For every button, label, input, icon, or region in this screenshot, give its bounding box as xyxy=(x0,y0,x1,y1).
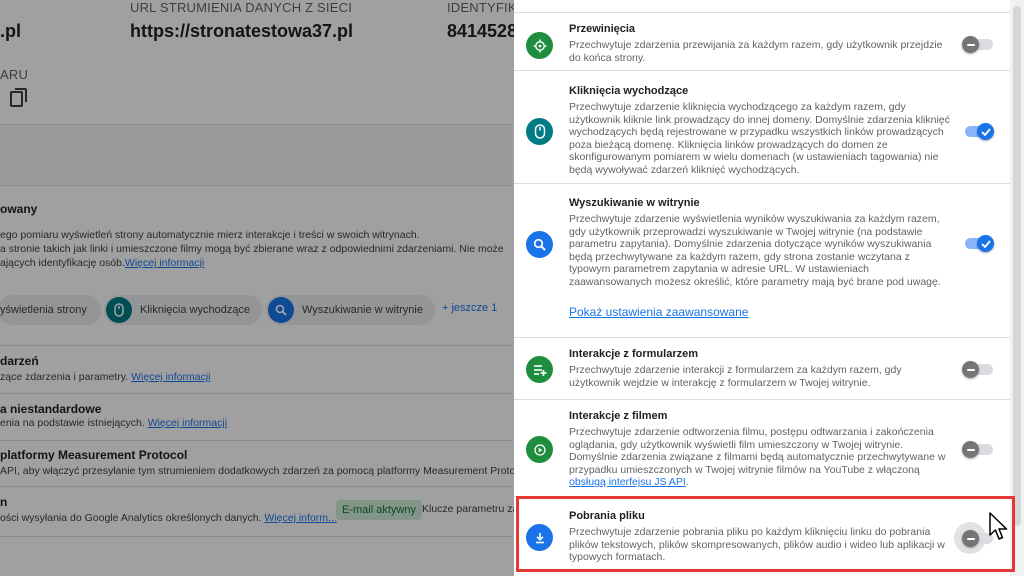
setting-title: Interakcje z formularzem xyxy=(569,348,698,360)
play-icon xyxy=(526,436,553,463)
toggle-form-interactions[interactable] xyxy=(962,361,994,378)
enhanced-measurement-drawer: Przewinięcia Przechwytuje zdarzenia prze… xyxy=(514,0,1010,576)
drawer-scrollbar[interactable] xyxy=(1010,0,1024,576)
setting-title: Przewinięcia xyxy=(569,23,636,35)
mouse-icon xyxy=(526,118,553,145)
toggle-video-engagement[interactable] xyxy=(962,441,994,458)
search-icon xyxy=(526,231,553,258)
highlight-box xyxy=(516,496,1015,572)
toggle-outbound-clicks[interactable] xyxy=(962,123,994,140)
setting-description: Przechwytuje zdarzenie kliknięcia wychod… xyxy=(569,101,950,176)
setting-description: Przechwytuje zdarzenie odtworzenia filmu… xyxy=(569,426,946,489)
mouse-cursor-icon xyxy=(988,512,1010,547)
form-icon xyxy=(526,356,553,383)
setting-description: Przechwytuje zdarzenie interakcji z form… xyxy=(569,364,902,389)
toggle-scrolls[interactable] xyxy=(962,36,994,53)
setting-title: Wyszukiwanie w witrynie xyxy=(569,197,700,209)
setting-title: Interakcje z filmem xyxy=(569,410,668,422)
setting-title: Kliknięcia wychodzące xyxy=(569,85,689,97)
js-api-link[interactable]: obsługą interfejsu JS API xyxy=(569,476,686,488)
show-advanced-settings-link[interactable]: Pokaż ustawienia zaawansowane xyxy=(569,305,748,319)
setting-description: Przechwytuje zdarzenia przewijania za ka… xyxy=(569,39,943,64)
toggle-site-search[interactable] xyxy=(962,235,994,252)
setting-description: Przechwytuje zdarzenie wyświetlenia wyni… xyxy=(569,213,941,288)
scrollbar-thumb[interactable] xyxy=(1013,6,1021,526)
crosshair-icon xyxy=(526,32,553,59)
